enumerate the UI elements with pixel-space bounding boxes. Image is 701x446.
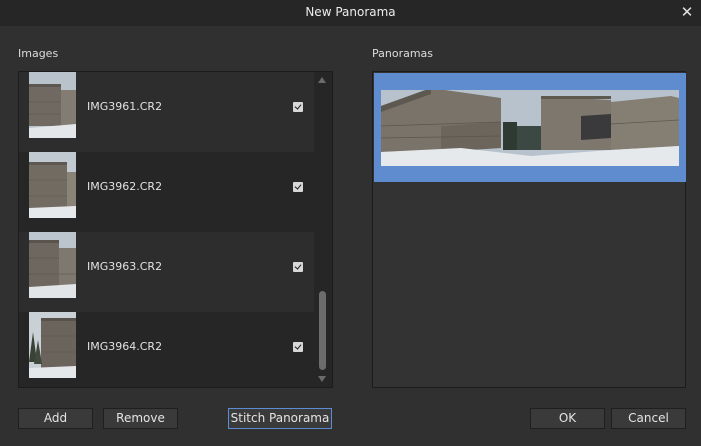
image-thumbnail bbox=[29, 232, 76, 298]
image-thumbnail bbox=[29, 72, 76, 138]
panoramas-list[interactable] bbox=[372, 71, 686, 388]
scroll-down-arrow-icon[interactable] bbox=[318, 376, 326, 382]
list-item[interactable]: IMG3963.CR2 bbox=[19, 232, 314, 312]
images-scrollbar[interactable] bbox=[315, 72, 332, 387]
image-thumbnail bbox=[29, 152, 76, 218]
window-title: New Panorama bbox=[305, 5, 396, 19]
remove-button[interactable]: Remove bbox=[103, 408, 178, 429]
file-name: IMG3961.CR2 bbox=[87, 100, 163, 113]
include-checkbox[interactable] bbox=[293, 102, 303, 112]
list-item[interactable]: IMG3961.CR2 bbox=[19, 72, 314, 152]
scroll-thumb[interactable] bbox=[319, 291, 326, 370]
include-checkbox[interactable] bbox=[293, 342, 303, 352]
include-checkbox[interactable] bbox=[293, 262, 303, 272]
list-item[interactable]: IMG3962.CR2 bbox=[19, 152, 314, 232]
images-label: Images bbox=[18, 47, 59, 60]
panoramas-label: Panoramas bbox=[372, 47, 434, 60]
file-name: IMG3962.CR2 bbox=[87, 180, 163, 193]
list-item[interactable]: IMG3964.CR2 bbox=[19, 312, 314, 387]
panorama-thumbnail bbox=[381, 86, 679, 166]
image-thumbnail bbox=[29, 312, 76, 378]
file-name: IMG3963.CR2 bbox=[87, 260, 163, 273]
panorama-item[interactable] bbox=[374, 73, 686, 182]
add-button[interactable]: Add bbox=[18, 408, 93, 429]
close-icon[interactable]: ✕ bbox=[679, 3, 695, 21]
include-checkbox[interactable] bbox=[293, 182, 303, 192]
stitch-panorama-button[interactable]: Stitch Panorama bbox=[228, 408, 332, 429]
scroll-up-arrow-icon[interactable] bbox=[318, 77, 326, 83]
ok-button[interactable]: OK bbox=[530, 408, 605, 429]
images-list[interactable]: IMG3961.CR2 IMG3962.CR2 IMG3963.CR2 IMG3… bbox=[18, 71, 333, 388]
cancel-button[interactable]: Cancel bbox=[611, 408, 686, 429]
file-name: IMG3964.CR2 bbox=[87, 340, 163, 353]
title-bar: New Panorama ✕ bbox=[0, 0, 701, 26]
